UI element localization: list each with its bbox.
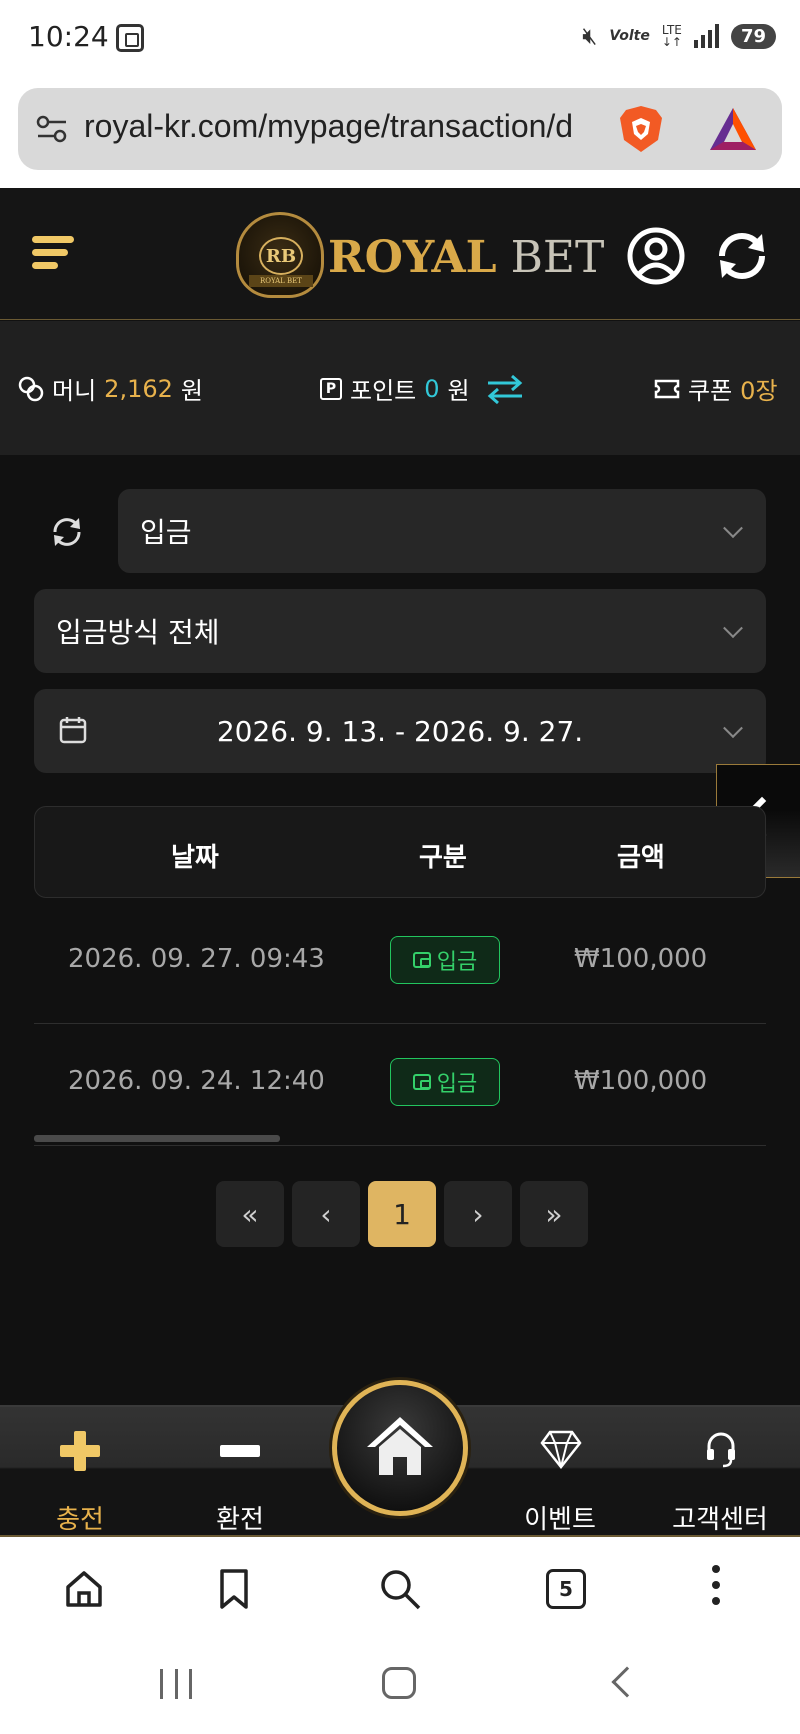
browser-home-icon[interactable] <box>62 1567 106 1611</box>
chevron-down-icon <box>723 718 743 739</box>
minus-icon <box>220 1445 260 1457</box>
table-row: 2026. 09. 24. 12:40 입금 ₩100,000 <box>34 1024 766 1146</box>
header-amount: 금액 <box>617 843 665 873</box>
address-bar[interactable]: royal-kr.com/mypage/transaction/d <box>18 88 782 170</box>
date-range-picker[interactable]: 2026. 9. 13. - 2026. 9. 27. <box>34 689 766 773</box>
lte-icon: LTE ↓↑ <box>661 23 682 49</box>
screenshot-icon <box>116 24 144 52</box>
system-home-icon[interactable] <box>382 1667 416 1699</box>
royal-bet-logo[interactable]: RB ROYAL BET ROYAL BET <box>236 210 604 300</box>
browser-url-area: royal-kr.com/mypage/transaction/d <box>0 78 800 188</box>
point-value: 0 <box>424 374 440 403</box>
logo-crest: RB ROYAL BET <box>236 212 324 298</box>
horizontal-scrollbar[interactable] <box>34 1135 280 1142</box>
header-type: 구분 <box>419 843 467 873</box>
battery-indicator: 79 <box>730 23 776 49</box>
tab-switcher-button[interactable]: 5 <box>546 1569 586 1609</box>
transaction-type-select[interactable]: 입금 <box>118 489 766 573</box>
back-icon[interactable] <box>611 1666 643 1698</box>
convert-arrows-icon[interactable] <box>486 374 524 404</box>
status-bar: 10:24 🔇︎ Volte LTE ↓↑ 79 <box>0 0 800 78</box>
site-settings-icon[interactable] <box>36 114 68 144</box>
prev-page-button[interactable]: ‹ <box>292 1181 360 1247</box>
deposit-method-select[interactable]: 입금방식 전체 <box>34 589 766 673</box>
site-header: RB ROYAL BET ROYAL BET <box>0 188 800 320</box>
mute-icon: 🔇︎ <box>582 22 598 50</box>
headset-icon <box>707 1432 735 1468</box>
diamond-icon <box>540 1430 582 1469</box>
table-row: 2026. 09. 27. 09:43 입금 ₩100,000 <box>34 902 766 1024</box>
system-navigation-bar <box>0 1637 800 1734</box>
chevron-down-icon <box>723 618 743 639</box>
status-icons: 🔇︎ Volte LTE ↓↑ 79 <box>582 22 776 50</box>
point-icon: P <box>320 377 342 400</box>
wallet-icon <box>412 952 431 968</box>
coupon-value: 0장 <box>740 377 778 405</box>
refresh-icon[interactable] <box>712 226 772 286</box>
home-button[interactable] <box>332 1380 468 1516</box>
bookmark-icon[interactable] <box>212 1567 256 1611</box>
last-page-button[interactable]: » <box>520 1181 588 1247</box>
calendar-icon <box>59 717 87 744</box>
transaction-list: 2026. 09. 27. 09:43 입금 ₩100,000 2026. 09… <box>34 902 766 1146</box>
brave-shields-icon[interactable] <box>618 104 664 154</box>
user-profile-icon[interactable] <box>626 226 686 286</box>
logo-wordmark: ROYAL BET <box>328 232 605 283</box>
money-value: 2,162 <box>104 374 173 403</box>
first-page-button[interactable]: « <box>216 1181 284 1247</box>
volte-label: Volte <box>609 28 650 44</box>
transaction-content: 입금 입금방식 전체 2026. 9. 13. - 2026. 9. 27. 날… <box>0 455 800 1405</box>
url-text[interactable]: royal-kr.com/mypage/transaction/d <box>84 108 573 145</box>
signal-icon <box>693 24 719 48</box>
table-header: 날짜 구분 금액 <box>34 806 766 898</box>
coin-icon <box>18 376 44 401</box>
deposit-badge: 입금 <box>390 1058 500 1106</box>
reset-filters-icon[interactable] <box>50 515 84 549</box>
status-time: 10:24 <box>28 20 109 53</box>
money-balance[interactable]: 머니 2,162 원 <box>18 371 203 406</box>
next-page-button[interactable]: › <box>444 1181 512 1247</box>
more-menu-icon[interactable] <box>712 1565 722 1609</box>
point-balance[interactable]: P 포인트 0 원 <box>320 371 524 406</box>
home-icon <box>367 1417 433 1475</box>
ticket-icon <box>654 379 680 398</box>
chevron-down-icon <box>723 518 743 539</box>
search-icon[interactable] <box>378 1567 422 1611</box>
page-1-button[interactable]: 1 <box>368 1181 436 1247</box>
recent-apps-icon[interactable] <box>160 1669 192 1699</box>
coupon-balance[interactable]: 쿠폰 0장 <box>654 371 778 406</box>
plus-icon <box>60 1431 100 1471</box>
menu-icon[interactable] <box>32 236 76 272</box>
pagination: « ‹ 1 › » <box>216 1181 588 1247</box>
brave-rewards-icon[interactable] <box>708 106 758 152</box>
browser-toolbar: 5 <box>0 1535 800 1637</box>
balance-bar: 머니 2,162 원 P 포인트 0 원 쿠폰 0장 <box>0 321 800 455</box>
wallet-icon <box>412 1074 431 1090</box>
header-date: 날짜 <box>171 843 219 873</box>
deposit-badge: 입금 <box>390 936 500 984</box>
